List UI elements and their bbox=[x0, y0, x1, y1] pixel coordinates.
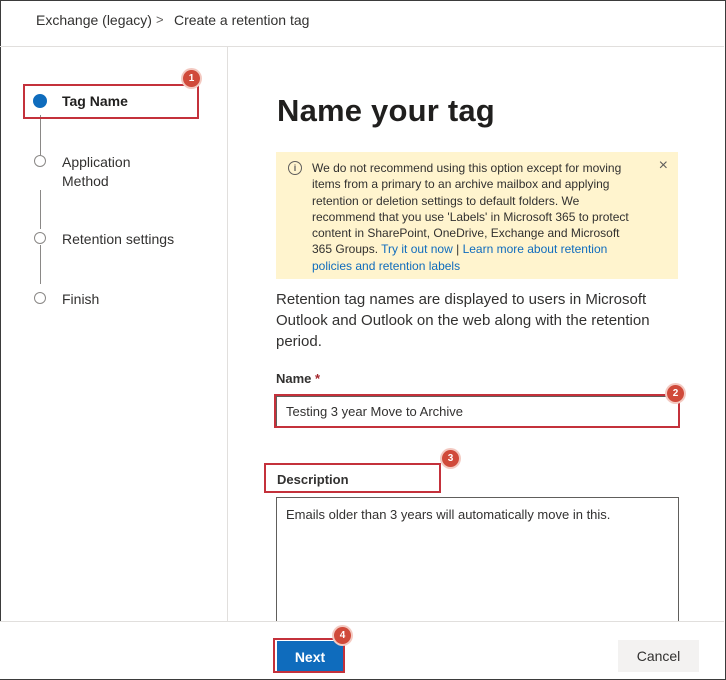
step-connector bbox=[40, 190, 41, 229]
annotation-badge: 2 bbox=[667, 385, 684, 402]
name-label-text: Name bbox=[276, 371, 312, 386]
info-icon: i bbox=[288, 161, 302, 175]
footer-bar bbox=[0, 621, 724, 679]
step-label: Retention settings bbox=[62, 231, 175, 247]
warning-banner: i We do not recommend using this option … bbox=[276, 152, 678, 279]
annotation-highlight-tag-name bbox=[23, 84, 199, 119]
step-label: Finish bbox=[62, 291, 100, 307]
annotation-badge: 1 bbox=[183, 70, 200, 87]
annotation-highlight-description bbox=[264, 463, 441, 493]
close-icon[interactable]: × bbox=[659, 158, 668, 174]
intro-text: Retention tag names are displayed to use… bbox=[276, 291, 650, 350]
cancel-button[interactable]: Cancel bbox=[618, 640, 699, 672]
name-field-label: Name * bbox=[276, 371, 320, 386]
page-title: Name your tag bbox=[277, 93, 495, 128]
breadcrumb-current: Create a retention tag bbox=[174, 12, 310, 28]
warning-text-block: We do not recommend using this option ex… bbox=[312, 160, 642, 274]
wizard-nav: Tag Name Application Method Retention se… bbox=[0, 47, 228, 621]
description-textarea[interactable]: Emails older than 3 years will automatic… bbox=[276, 497, 679, 627]
breadcrumb-exchange-legacy[interactable]: Exchange (legacy) bbox=[36, 12, 152, 28]
annotation-badge: 3 bbox=[442, 450, 459, 467]
step-circle-icon bbox=[34, 232, 46, 244]
annotation-highlight-next bbox=[273, 638, 345, 673]
step-connector bbox=[40, 115, 41, 155]
link-separator: | bbox=[456, 242, 460, 257]
breadcrumb: Exchange (legacy) > Create a retention t… bbox=[0, 0, 724, 47]
chevron-right-icon: > bbox=[156, 12, 164, 27]
try-it-out-link[interactable]: Try it out now bbox=[381, 242, 453, 256]
annotation-highlight-name bbox=[274, 394, 680, 428]
step-label: Application Method bbox=[62, 154, 131, 189]
required-asterisk: * bbox=[315, 371, 321, 386]
step-circle-icon bbox=[34, 292, 46, 304]
step-circle-icon bbox=[34, 155, 46, 167]
step-connector bbox=[40, 245, 41, 284]
annotation-badge: 4 bbox=[334, 627, 351, 644]
